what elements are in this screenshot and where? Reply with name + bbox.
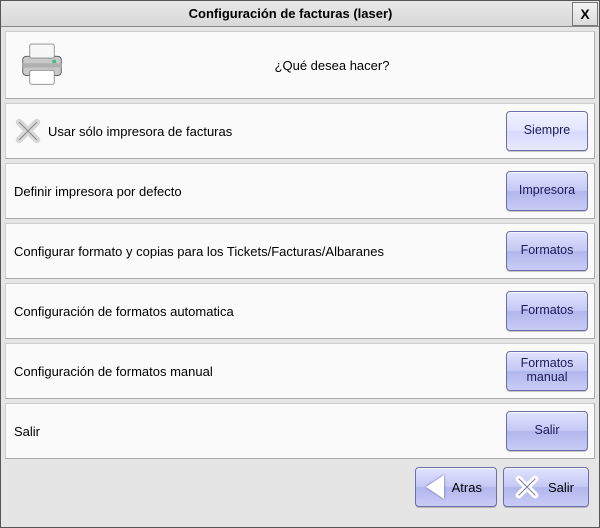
formatos-manual-button[interactable]: Formatos manual [506,351,588,391]
row-text: Configuración de formatos automatica [14,304,500,319]
button-label: Salir [534,424,559,438]
button-label: Formatos manual [509,357,585,385]
exit-label: Salir [548,480,574,495]
row-text: Configuración de formatos manual [14,364,500,379]
button-label: Formatos [521,244,574,258]
option-row-format-manual: Configuración de formatos manual Formato… [5,343,595,399]
x-mark-icon [14,117,42,145]
button-label: Impresora [519,184,575,198]
exit-button[interactable]: Salir [503,467,589,507]
row-text: Usar sólo impresora de facturas [48,124,232,139]
header-question: ¿Qué desea hacer? [78,58,586,73]
button-label: Formatos [521,304,574,318]
footer: Atras Salir [5,463,595,511]
x-icon [514,474,540,500]
back-button[interactable]: Atras [415,467,497,507]
option-row-default-printer: Definir impresora por defecto Impresora [5,163,595,219]
option-row-use-only-invoice-printer: Usar sólo impresora de facturas Siempre [5,103,595,159]
button-label: Siempre [524,124,571,138]
formatos-button[interactable]: Formatos [506,231,588,271]
titlebar: Configuración de facturas (laser) X [1,1,599,27]
client-area: ¿Qué desea hacer? Usar sólo impresora de… [1,27,599,527]
row-label: Usar sólo impresora de facturas [14,117,500,145]
option-row-format-copies: Configurar formato y copias para los Tic… [5,223,595,279]
printer-icon [14,37,70,93]
close-button[interactable]: X [572,2,598,26]
row-text: Salir [14,424,500,439]
window-title: Configuración de facturas (laser) [9,6,572,21]
formatos-auto-button[interactable]: Formatos [506,291,588,331]
arrow-left-icon [426,475,444,499]
option-row-format-auto: Configuración de formatos automatica For… [5,283,595,339]
header-panel: ¿Qué desea hacer? [5,31,595,99]
siempre-button[interactable]: Siempre [506,111,588,151]
option-row-exit: Salir Salir [5,403,595,459]
row-text: Definir impresora por defecto [14,184,500,199]
row-text: Configurar formato y copias para los Tic… [14,244,500,259]
impresora-button[interactable]: Impresora [506,171,588,211]
dialog-window: Configuración de facturas (laser) X ¿Qué… [0,0,600,528]
back-label: Atras [452,480,482,495]
salir-button[interactable]: Salir [506,411,588,451]
